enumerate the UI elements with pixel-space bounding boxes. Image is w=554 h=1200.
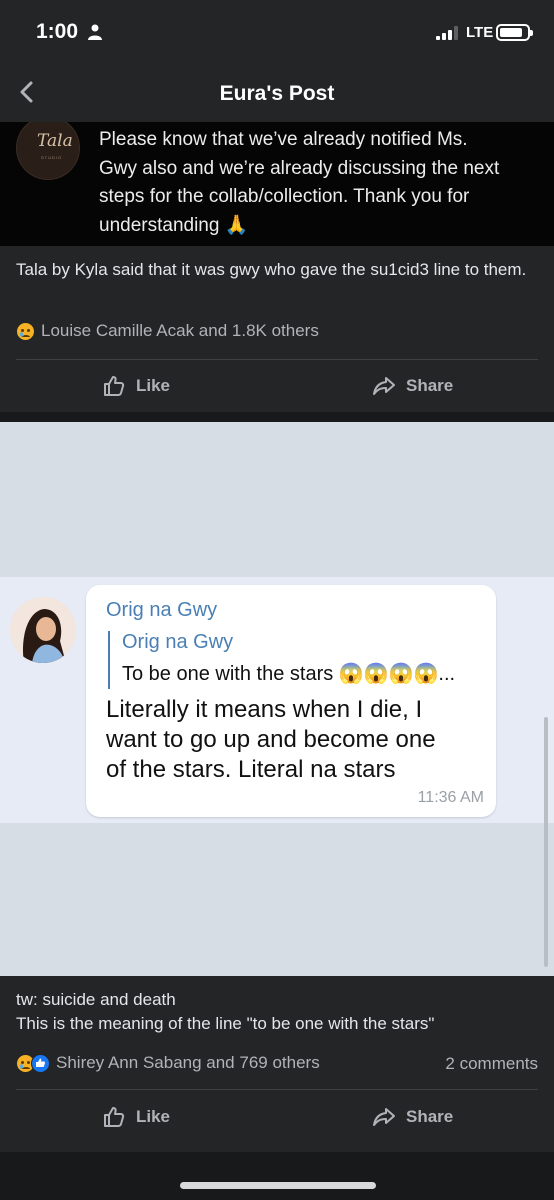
nav-bar: Eura's Post [0, 62, 554, 122]
post-caption: tw: suicide and death This is the meanin… [16, 988, 536, 1036]
share-label: Share [406, 376, 454, 395]
like-button[interactable]: Like [102, 1105, 170, 1129]
chat-message: Literally it means when I die, I want to… [106, 695, 486, 785]
avatar-portrait [10, 597, 76, 663]
message-text: Please know that we’ve already notified … [99, 126, 549, 240]
chat-screenshot: Orig na Gwy Orig na Gwy To be one with t… [0, 577, 554, 823]
battery-icon [496, 24, 533, 41]
message-line: understanding 🙏 [99, 214, 249, 236]
reactions-row[interactable]: Shirey Ann Sabang and 769 others [16, 1052, 320, 1074]
reactions-text: Louise Camille Acak and 1.8K others [41, 321, 319, 340]
like-reaction-icon [31, 1053, 50, 1073]
like-label: Like [136, 1107, 171, 1126]
logo-text: Tala [37, 131, 73, 151]
share-label: Share [406, 1107, 454, 1126]
avatar [10, 597, 76, 663]
quote-bar [108, 631, 110, 689]
chat-line: Literally it means when I die, I [106, 696, 423, 723]
sad-reaction-icon [16, 321, 35, 341]
network-label: LTE [466, 24, 494, 41]
chat-sender: Orig na Gwy [106, 599, 218, 621]
post-card: tw: suicide and death This is the meanin… [0, 976, 554, 1152]
quoted-sender: Orig na Gwy [122, 631, 234, 653]
thumbs-up-icon [104, 1107, 125, 1127]
message-line: Please know that we’ve already notified … [99, 129, 468, 150]
battery-level [500, 28, 522, 37]
divider [16, 1089, 538, 1090]
caption-line: tw: suicide and death [16, 990, 176, 1009]
tala-logo: Tala STUDIO [16, 122, 80, 180]
scrollbar[interactable] [544, 717, 548, 967]
message-line: Gwy also and we’re already discussing th… [99, 157, 500, 179]
home-indicator[interactable] [180, 1182, 376, 1189]
message-line: steps for the collab/collection. Thank y… [99, 186, 470, 208]
home-area [0, 1152, 554, 1200]
comments-count[interactable]: 2 comments [445, 1054, 538, 1074]
share-icon [373, 377, 395, 395]
signal-icon [436, 26, 458, 40]
chat-bubble: Orig na Gwy Orig na Gwy To be one with t… [86, 585, 496, 817]
share-button[interactable]: Share [372, 374, 453, 398]
like-button[interactable]: Like [102, 374, 170, 398]
caption-line: This is the meaning of the line "to be o… [16, 1014, 435, 1033]
share-icon [373, 1108, 395, 1126]
reactions-row[interactable]: Louise Camille Acak and 1.8K others [16, 320, 319, 342]
person-icon [88, 24, 102, 40]
status-bar: 1:00 LTE [0, 0, 554, 62]
like-label: Like [136, 376, 171, 395]
chat-line: of the stars. Literal na stars [106, 756, 396, 783]
chat-line: want to go up and become one [106, 726, 436, 753]
divider [16, 359, 538, 360]
status-time: 1:00 [36, 20, 79, 43]
thumbs-up-icon [104, 376, 125, 396]
reactions-text: Shirey Ann Sabang and 769 others [56, 1053, 320, 1072]
logo-subtext: STUDIO [41, 155, 63, 160]
share-button[interactable]: Share [372, 1105, 453, 1129]
post-image[interactable]: Tala STUDIO Please know that we’ve alrea… [0, 122, 554, 246]
quoted-text: To be one with the stars 😱😱😱😱... [122, 663, 456, 685]
page-title: Eura's Post [219, 82, 335, 105]
chat-timestamp: 11:36 AM [417, 789, 484, 806]
post-card: Tala by Kyla said that it was gwy who ga… [0, 246, 554, 412]
post-image[interactable]: Orig na Gwy Orig na Gwy To be one with t… [0, 422, 554, 976]
post-caption: Tala by Kyla said that it was gwy who ga… [16, 260, 527, 279]
